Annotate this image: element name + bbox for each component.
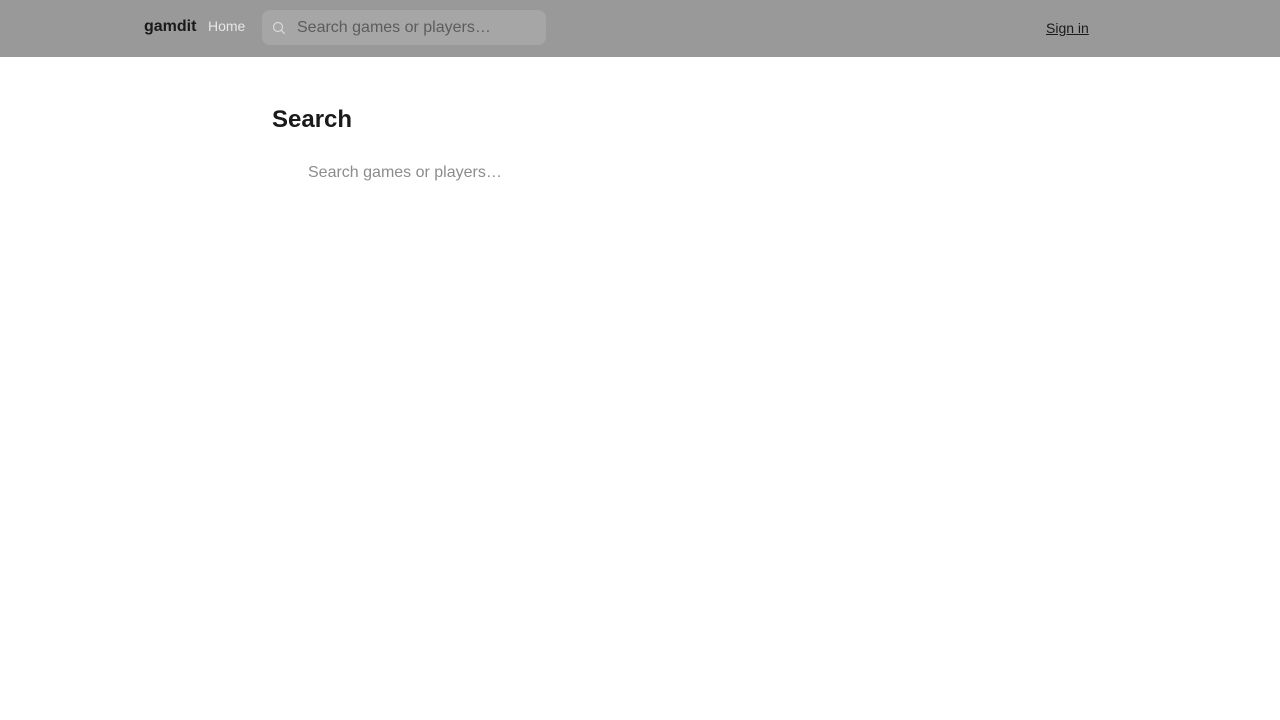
- search-icon: [272, 21, 286, 35]
- main-search-input[interactable]: [308, 155, 688, 191]
- header-search-box[interactable]: [262, 10, 546, 45]
- sign-in-link[interactable]: Sign in: [1046, 20, 1089, 36]
- header-search-input[interactable]: [297, 10, 537, 45]
- main-search-field[interactable]: [272, 155, 692, 191]
- brand-logo[interactable]: gamdit: [144, 18, 196, 36]
- page-title: Search: [272, 106, 353, 133]
- nav-home-link[interactable]: Home: [208, 17, 245, 35]
- top-navigation-bar: gamdit Home Sign in: [0, 0, 1280, 57]
